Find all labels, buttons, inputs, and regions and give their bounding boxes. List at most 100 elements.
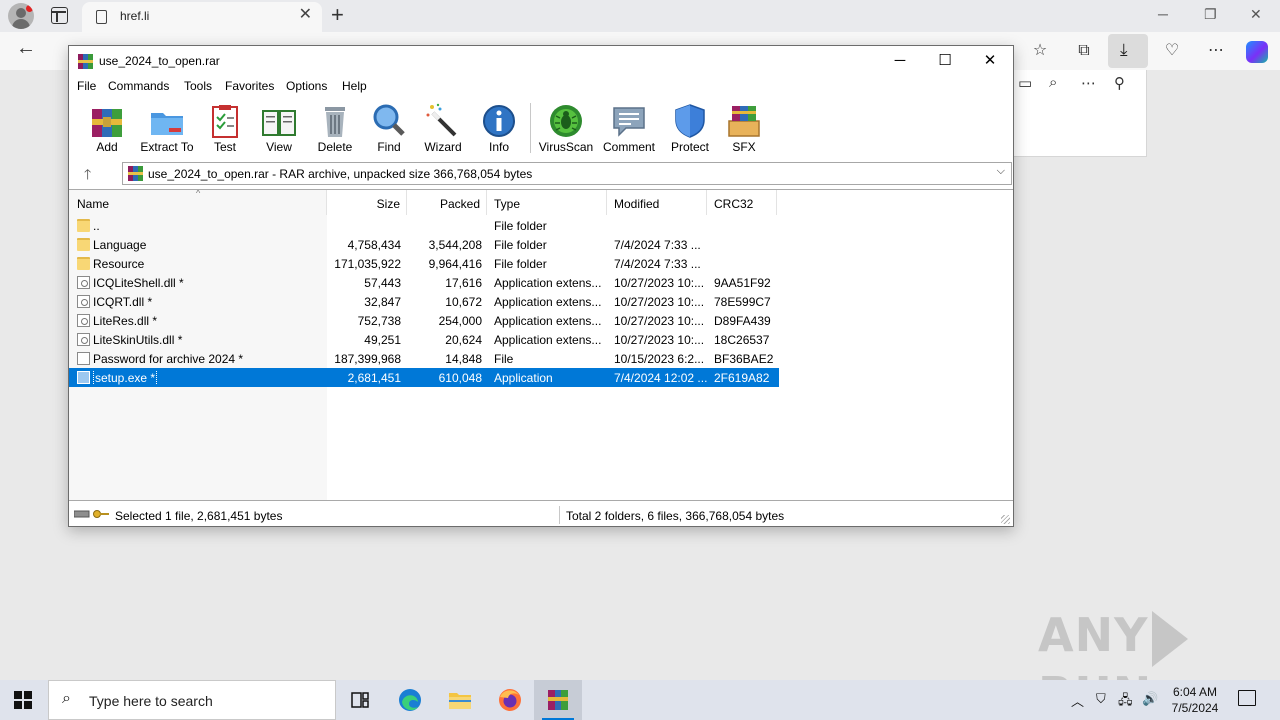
status-selection: Selected 1 file, 2,681,451 bytes	[115, 509, 283, 523]
column-size[interactable]: Size	[327, 190, 407, 215]
browser-tab[interactable]: href.li ✕	[82, 2, 322, 32]
menu-favorites[interactable]: Favorites	[225, 79, 274, 93]
tab-close-icon[interactable]: ✕	[299, 7, 312, 23]
up-one-level-icon[interactable]: 🡑	[84, 164, 91, 188]
page-icon	[96, 10, 107, 24]
exe-icon	[77, 371, 90, 384]
comment-label: Comment	[602, 140, 655, 154]
task-view-button[interactable]	[336, 680, 384, 720]
open-folder-icon[interactable]: ▭	[1018, 74, 1032, 92]
table-row[interactable]: ICQLiteShell.dll * 57,443 17,616 Applicatio…	[69, 273, 779, 292]
view-icon	[262, 110, 296, 136]
comment-button[interactable]: Comment	[600, 100, 658, 154]
table-row[interactable]: LiteSkinUtils.dll * 49,251 20,624 Applicati…	[69, 330, 779, 349]
window-title: use_2024_to_open.rar	[99, 54, 220, 68]
collections-icon[interactable]: ⧉	[1073, 40, 1095, 62]
search-icon[interactable]: ⌕	[1049, 74, 1057, 91]
table-row[interactable]: setup.exe * 2,681,451 610,048 Application 7/…	[69, 368, 779, 387]
file-crc32: BF36BAE2	[714, 352, 774, 366]
table-row[interactable]: Resource 171,035,922 9,964,416 File folder 7…	[69, 254, 779, 273]
column-crc32[interactable]: CRC32	[707, 190, 777, 215]
table-row[interactable]: Password for archive 2024 * 187,399,968 14…	[69, 349, 779, 368]
new-tab-button[interactable]: +	[331, 3, 344, 27]
minimize-button[interactable]: ─	[890, 51, 910, 71]
file-size: 752,738	[357, 314, 401, 328]
more-options-icon[interactable]: ⋯	[1205, 40, 1227, 62]
menu-help[interactable]: Help	[342, 79, 367, 93]
maximize-button[interactable]: ☐	[935, 51, 955, 71]
protect-button[interactable]: Protect	[667, 100, 713, 154]
resize-grip[interactable]	[1001, 515, 1010, 524]
column-modified[interactable]: Modified	[607, 190, 707, 215]
archive-path-dropdown[interactable]: use_2024_to_open.rar - RAR archive, unpa…	[122, 162, 1012, 185]
profile-avatar-icon[interactable]	[8, 3, 34, 29]
downloads-button[interactable]: ⤓	[1108, 34, 1148, 68]
menu-file[interactable]: File	[77, 79, 96, 93]
file-type: Application extens...	[494, 314, 602, 328]
browser-restore-button[interactable]: ❐	[1204, 6, 1217, 23]
firefox-icon	[499, 689, 521, 711]
file-packed: 3,544,208	[428, 238, 482, 252]
sfx-button[interactable]: SFX	[723, 100, 765, 154]
table-row[interactable]: ICQRT.dll * 32,847 10,672 Application exten…	[69, 292, 779, 311]
view-label: View	[266, 140, 292, 154]
security-icon[interactable]: ⛉	[1096, 691, 1106, 707]
archive-icon	[128, 166, 143, 181]
file-type: Application	[494, 371, 553, 385]
winrar-taskbar-button[interactable]	[534, 680, 582, 720]
winrar-titlebar[interactable]: use_2024_to_open.rar ─ ☐ ✕	[69, 46, 1013, 76]
taskbar-search-box[interactable]: ⌕ Type here to search	[48, 680, 336, 720]
pin-icon[interactable]: ⚲	[1114, 74, 1125, 92]
archive-path-text: use_2024_to_open.rar - RAR archive, unpa…	[148, 167, 533, 181]
find-button[interactable]: Find	[369, 100, 409, 154]
windows-start-icon[interactable]	[14, 691, 32, 709]
file-size: 57,443	[364, 276, 401, 290]
table-row[interactable]: Language 4,758,434 3,544,208 File folder 7/4…	[69, 235, 779, 254]
extract-to-button[interactable]: Extract To	[139, 100, 195, 154]
comment-icon	[613, 107, 645, 137]
table-row[interactable]: .. File folder	[69, 216, 779, 235]
download-icon: ⤓	[1120, 40, 1128, 59]
browser-essentials-icon[interactable]: ♡	[1161, 40, 1183, 62]
add-button[interactable]: Add	[85, 100, 129, 154]
favorites-icon[interactable]: ☆	[1029, 40, 1051, 62]
test-button[interactable]: Test	[205, 100, 245, 154]
info-button[interactable]: Info	[479, 100, 519, 154]
file-name: ICQRT.dll *	[93, 295, 153, 309]
delete-button[interactable]: Delete	[313, 100, 357, 154]
close-button[interactable]: ✕	[980, 51, 1000, 71]
file-explorer-button[interactable]	[436, 680, 484, 720]
file-modified: 7/4/2024 7:33 ...	[614, 257, 701, 271]
table-row[interactable]: LiteRes.dll * 752,738 254,000 Application e…	[69, 311, 779, 330]
view-button[interactable]: View	[257, 100, 301, 154]
wizard-button[interactable]: Wizard	[421, 100, 465, 154]
clock[interactable]: 6:04 AM 7/5/2024	[1166, 684, 1224, 716]
add-icon	[92, 109, 122, 137]
chevron-down-icon[interactable]: ⌵	[997, 165, 1005, 178]
test-icon	[212, 105, 238, 138]
column-packed[interactable]: Packed	[407, 190, 487, 215]
dll-icon	[77, 295, 90, 308]
column-name[interactable]: Name	[69, 190, 327, 215]
browser-close-button[interactable]: ✕	[1250, 6, 1262, 23]
tab-actions-icon[interactable]	[51, 7, 68, 24]
notifications-icon[interactable]	[1238, 690, 1256, 706]
show-hidden-icons-icon[interactable]: ︿	[1071, 691, 1084, 710]
menu-tools[interactable]: Tools	[184, 79, 212, 93]
taskbar: ⌕ Type here to search ︿ ⛉ 🖧 🔊 6:04 AM 7/…	[0, 680, 1280, 720]
edge-taskbar-button[interactable]	[386, 680, 434, 720]
clock-date: 7/5/2024	[1171, 701, 1219, 715]
network-icon[interactable]: 🖧	[1118, 691, 1133, 713]
firefox-button[interactable]	[486, 680, 534, 720]
more-icon[interactable]: ⋯	[1081, 74, 1096, 92]
copilot-icon[interactable]	[1246, 41, 1268, 63]
folder-icon	[77, 238, 90, 251]
volume-icon[interactable]: 🔊	[1142, 691, 1158, 707]
file-crc32: 18C26537	[714, 333, 770, 347]
column-type[interactable]: Type	[487, 190, 607, 215]
menu-options[interactable]: Options	[286, 79, 327, 93]
virusscan-button[interactable]: VirusScan	[538, 100, 594, 154]
menu-commands[interactable]: Commands	[108, 79, 169, 93]
browser-minimize-button[interactable]: ─	[1158, 6, 1168, 22]
back-arrow-icon[interactable]: ←	[16, 37, 36, 60]
